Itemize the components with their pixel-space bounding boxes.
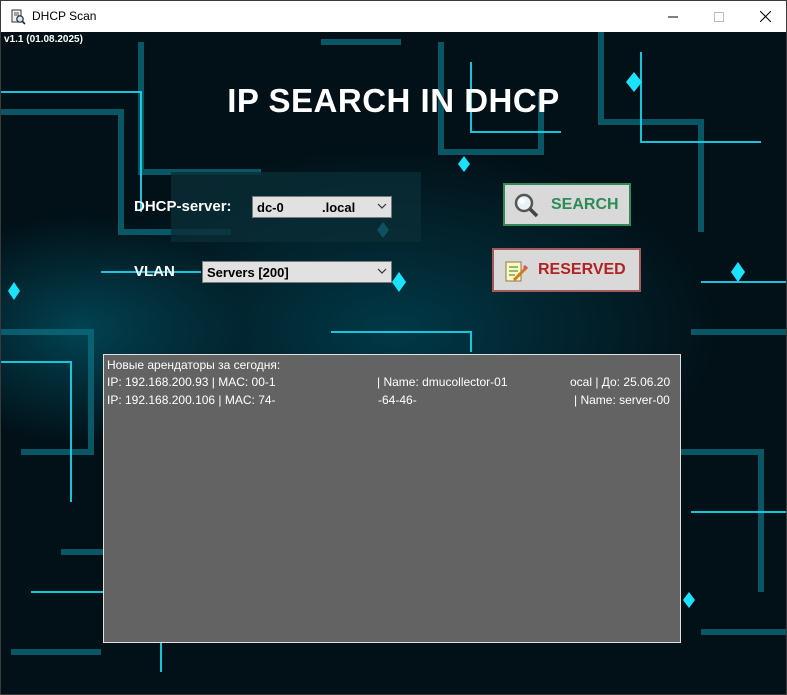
page-title: IP SEARCH IN DHCP [227,82,560,119]
magnifier-icon [514,193,539,218]
search-button-label: SEARCH [551,196,619,213]
reserved-button-label: RESERVED [538,261,626,278]
log-row-expiry: ocal | До: 25.06.20 [570,375,671,389]
log-row-ip-mac: IP: 192.168.200.106 | MAC: 74- [107,393,276,407]
notepad-pencil-icon [505,261,528,282]
close-button[interactable] [742,1,786,32]
vlan-label: VLAN [134,263,175,280]
chevron-down-icon [377,268,387,274]
log-row-ip-mac: IP: 192.168.200.93 | MAC: 00-1 [107,375,276,389]
dhcp-server-select[interactable]: dc-0 .local [252,196,392,218]
close-icon [759,11,771,22]
dhcp-server-host: dc-0 [257,200,284,215]
app-window: DHCP Scan v1.1 (01.08.2025) IP SEARCH IN… [0,0,787,695]
maximize-button[interactable] [696,1,742,32]
log-row-name: | Name: server-00 [574,393,670,407]
vlan-select[interactable]: Servers [200] [202,261,392,283]
minimize-button[interactable] [650,1,696,32]
maximize-icon [714,11,724,22]
window-title: DHCP Scan [32,9,97,23]
log-row-name: | Name: dmucollector-01 [377,375,508,389]
reserved-button[interactable]: RESERVED [492,248,641,292]
log-row-mac-part: -64-46- [378,393,417,407]
search-button[interactable]: SEARCH [503,183,631,226]
dhcp-server-label: DHCP-server: [134,198,232,215]
log-header: Новые арендаторы за сегодня: [107,358,281,372]
minimize-icon [668,16,678,17]
title-bar[interactable]: DHCP Scan [1,1,786,32]
main-panel: v1.1 (01.08.2025) IP SEARCH IN DHCP DHCP… [1,32,786,694]
chevron-down-icon [377,203,387,209]
dhcp-scan-app-icon [11,9,26,25]
vlan-value: Servers [200] [207,265,289,280]
dhcp-server-domain: .local [322,200,356,215]
results-log[interactable]: Новые арендаторы за сегодня: IP: 192.168… [103,354,681,643]
version-label: v1.1 (01.08.2025) [4,34,83,45]
